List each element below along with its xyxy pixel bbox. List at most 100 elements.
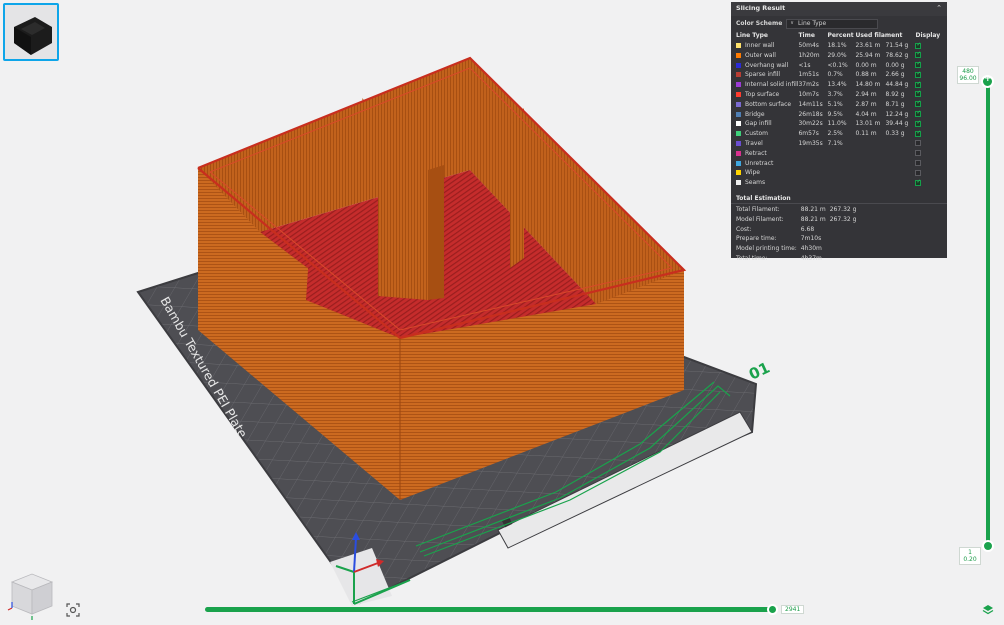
line-type-name: Bottom surface bbox=[745, 100, 792, 108]
line-type-percent bbox=[827, 178, 855, 188]
display-checkbox[interactable] bbox=[915, 80, 922, 89]
line-type-percent: <0.1% bbox=[827, 61, 848, 69]
estimation-value-secondary bbox=[830, 244, 861, 254]
line-type-name-cell: Travel bbox=[736, 139, 798, 149]
chevron-down-icon: ∨ bbox=[790, 19, 794, 26]
display-checkbox[interactable] bbox=[915, 119, 922, 129]
layer-slider-track[interactable] bbox=[986, 82, 990, 546]
line-type-weight: 8.92 g bbox=[885, 90, 905, 98]
fit-view-icon[interactable] bbox=[66, 603, 80, 617]
line-type-name: Top surface bbox=[745, 90, 780, 98]
display-checkbox[interactable] bbox=[915, 178, 922, 187]
display-checkbox[interactable] bbox=[915, 140, 922, 147]
color-swatch bbox=[736, 170, 741, 176]
line-type-weight: 0.33 g bbox=[885, 130, 905, 138]
line-type-row: Overhang wall <1s <0.1% 0.00 m 0.00 g bbox=[736, 60, 942, 71]
estimation-value: 6.68 bbox=[800, 225, 815, 233]
line-type-length: 0.00 m bbox=[855, 61, 877, 69]
line-type-length bbox=[855, 168, 885, 178]
line-type-name: Overhang wall bbox=[745, 61, 789, 69]
estimation-row: Prepare time: 7m10s bbox=[736, 234, 860, 244]
color-swatch bbox=[736, 101, 741, 107]
layer-slider-bottom-handle[interactable] bbox=[982, 540, 994, 552]
display-checkbox[interactable] bbox=[915, 70, 922, 80]
panel-header[interactable]: Slicing Result ⌃ bbox=[731, 2, 947, 16]
estimation-label: Prepare time: bbox=[736, 235, 777, 243]
line-type-name: Seams bbox=[745, 179, 766, 187]
display-toggle-cell bbox=[915, 149, 942, 159]
display-toggle-cell bbox=[915, 159, 942, 169]
line-type-row: Travel 19m35s 7.1% bbox=[736, 139, 942, 149]
line-type-name-cell: Gap infill bbox=[736, 119, 798, 129]
display-checkbox[interactable] bbox=[915, 129, 922, 138]
estimation-value: 4h30m bbox=[800, 245, 822, 253]
slicing-result-panel: Slicing Result ⌃ Color Scheme ∨ Line Typ… bbox=[731, 2, 947, 262]
line-type-row: Gap infill 30m22s 11.0% 13.01 m 39.44 g bbox=[736, 119, 942, 129]
column-header: Line Type bbox=[736, 32, 768, 40]
line-type-weight bbox=[885, 159, 915, 169]
line-type-length bbox=[855, 159, 885, 169]
color-swatch bbox=[736, 72, 741, 78]
color-swatch bbox=[736, 82, 741, 88]
line-type-name-cell: Sparse infill bbox=[736, 70, 798, 80]
line-type-length: 2.94 m bbox=[855, 90, 877, 98]
line-type-weight: 8.71 g bbox=[885, 100, 905, 108]
top-layer-label: 480 96.00 bbox=[957, 66, 979, 84]
estimation-label: Model Filament: bbox=[736, 215, 784, 223]
line-type-row: Outer wall 1h20m 29.0% 25.94 m 78.62 g bbox=[736, 50, 942, 61]
move-slider-handle[interactable] bbox=[767, 604, 778, 615]
line-type-name-cell: Overhang wall bbox=[736, 61, 798, 71]
view-cube-icon[interactable] bbox=[4, 568, 60, 622]
line-type-percent: 0.7% bbox=[827, 71, 843, 79]
display-toggle-cell bbox=[915, 129, 942, 139]
estimation-value-secondary: 267.32 g bbox=[829, 205, 857, 213]
object-thumbnail[interactable] bbox=[3, 3, 59, 61]
display-checkbox[interactable] bbox=[915, 160, 922, 167]
display-checkbox[interactable] bbox=[915, 41, 922, 50]
line-type-name-cell: Internal solid infill bbox=[736, 80, 798, 90]
line-type-time bbox=[798, 149, 827, 159]
line-type-name: Travel bbox=[745, 139, 763, 147]
collapse-icon[interactable]: ⌃ bbox=[936, 4, 942, 14]
estimation-value: 88.21 m bbox=[800, 215, 826, 223]
color-swatch bbox=[736, 111, 741, 117]
top-layer-number: 480 bbox=[962, 68, 974, 75]
line-type-name: Custom bbox=[745, 130, 768, 138]
line-type-percent bbox=[827, 168, 855, 178]
line-type-time bbox=[798, 168, 827, 178]
line-type-length: 0.88 m bbox=[855, 71, 877, 79]
layers-icon[interactable] bbox=[982, 604, 994, 616]
line-type-percent: 9.5% bbox=[827, 110, 843, 118]
color-scheme-select[interactable]: ∨ Line Type bbox=[786, 18, 879, 29]
color-swatch bbox=[736, 180, 741, 186]
line-type-name-cell: Bottom surface bbox=[736, 100, 798, 110]
line-type-length: 4.04 m bbox=[855, 110, 877, 118]
line-type-length: 13.01 m bbox=[855, 120, 881, 128]
color-swatch bbox=[736, 160, 741, 166]
display-checkbox[interactable] bbox=[915, 169, 922, 176]
display-checkbox[interactable] bbox=[915, 99, 922, 109]
display-checkbox[interactable] bbox=[915, 50, 922, 60]
line-type-name: Inner wall bbox=[745, 42, 775, 49]
line-type-name-cell: Outer wall bbox=[736, 51, 798, 61]
line-type-name-cell: Top surface bbox=[736, 90, 798, 100]
color-swatch bbox=[736, 52, 741, 58]
estimation-value: 7m10s bbox=[800, 235, 822, 243]
move-slider-track[interactable] bbox=[205, 607, 775, 612]
total-estimation-title: Total Estimation bbox=[731, 194, 947, 204]
display-checkbox[interactable] bbox=[915, 150, 922, 157]
estimation-table: Total Filament: 88.21 m 267.32 g Model Fila… bbox=[736, 205, 860, 264]
display-checkbox[interactable] bbox=[915, 60, 922, 70]
line-type-weight bbox=[885, 139, 915, 149]
display-checkbox[interactable] bbox=[915, 109, 922, 119]
column-header: Percent bbox=[827, 32, 854, 40]
line-type-percent: 13.4% bbox=[827, 81, 847, 89]
layer-slider-top-handle[interactable] bbox=[981, 74, 994, 88]
display-checkbox[interactable] bbox=[915, 89, 922, 99]
line-type-name: Outer wall bbox=[745, 51, 776, 59]
estimation-value-secondary bbox=[830, 254, 861, 264]
line-type-row: Bridge 26m18s 9.5% 4.04 m 12.24 g bbox=[736, 109, 942, 120]
line-type-length: 14.80 m bbox=[855, 81, 881, 89]
column-header: Time bbox=[798, 32, 815, 40]
line-type-length bbox=[855, 139, 885, 149]
